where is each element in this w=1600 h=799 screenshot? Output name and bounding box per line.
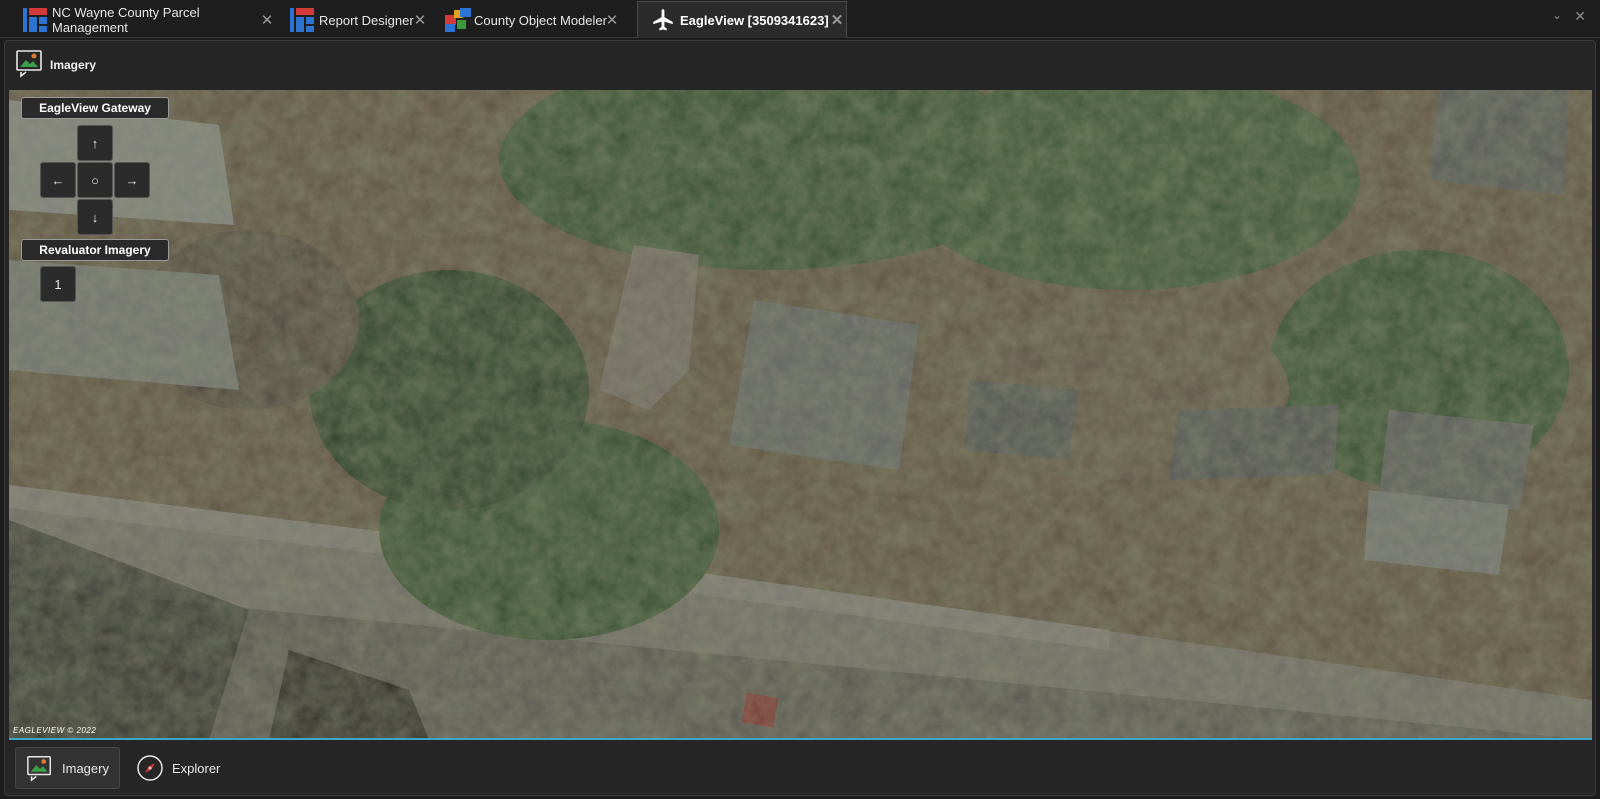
revaluator-imagery-label: Revaluator Imagery xyxy=(21,239,169,261)
tab-label: Report Designer xyxy=(319,12,414,28)
tab-eagleview[interactable]: EagleView [3509341623] ✕ xyxy=(637,1,847,38)
tab-report-designer[interactable]: Report Designer ✕ xyxy=(289,2,429,38)
revaluator-imagery-button[interactable]: 1 xyxy=(40,266,76,302)
tab-close-icon[interactable]: ✕ xyxy=(603,2,621,38)
tab-label: Imagery xyxy=(62,760,109,776)
tab-close-icon[interactable]: ✕ xyxy=(258,2,276,38)
chevron-down-icon[interactable]: ⌄ xyxy=(1552,8,1562,22)
panel-header: Imagery xyxy=(5,41,1595,89)
tab-label: Explorer xyxy=(171,760,221,776)
compass-icon xyxy=(136,754,164,782)
tab-imagery[interactable]: Imagery xyxy=(15,747,120,789)
tab-explorer[interactable]: Explorer xyxy=(126,747,230,789)
airplane-icon xyxy=(650,7,676,33)
tab-label: EagleView [3509341623] xyxy=(680,12,829,28)
pan-down-button[interactable]: ↓ xyxy=(77,199,113,235)
recenter-button[interactable]: ○ xyxy=(77,162,113,198)
report-designer-icon xyxy=(289,7,315,33)
parcel-app-icon xyxy=(22,7,48,33)
imagery-icon xyxy=(26,754,54,782)
bottom-tab-bar: Imagery Explorer xyxy=(9,742,1592,794)
pan-left-button[interactable]: ← xyxy=(40,162,76,198)
pan-up-button[interactable]: ↑ xyxy=(77,125,113,161)
tab-close-icon[interactable]: ✕ xyxy=(828,2,846,38)
panel-title: Imagery xyxy=(50,58,97,72)
document-tab-strip: NC Wayne County Parcel Management ✕ Repo… xyxy=(0,0,1600,38)
imagery-icon xyxy=(15,48,45,83)
aerial-map[interactable]: EagleView Gateway ↑ ← ○ → ↓ Revaluator I… xyxy=(9,90,1592,740)
aerial-imagery xyxy=(9,90,1592,738)
tab-parcel-management[interactable]: NC Wayne County Parcel Management ✕ xyxy=(22,2,276,38)
pan-right-button[interactable]: → xyxy=(114,162,150,198)
close-icon[interactable]: ✕ xyxy=(1574,8,1586,25)
object-modeler-icon xyxy=(444,7,471,33)
tab-object-modeler[interactable]: County Object Modeler ✕ xyxy=(444,2,621,38)
eagleview-copyright: EAGLEVIEW © 2022 xyxy=(13,726,97,735)
eagleview-gateway-label: EagleView Gateway xyxy=(21,97,169,119)
tab-close-icon[interactable]: ✕ xyxy=(411,2,429,38)
tab-label: County Object Modeler xyxy=(474,12,607,28)
imagery-panel: Imagery EagleView Gateway ↑ ← ○ → ↓ Reva… xyxy=(4,40,1596,796)
tab-label: NC Wayne County Parcel Management xyxy=(52,5,200,35)
